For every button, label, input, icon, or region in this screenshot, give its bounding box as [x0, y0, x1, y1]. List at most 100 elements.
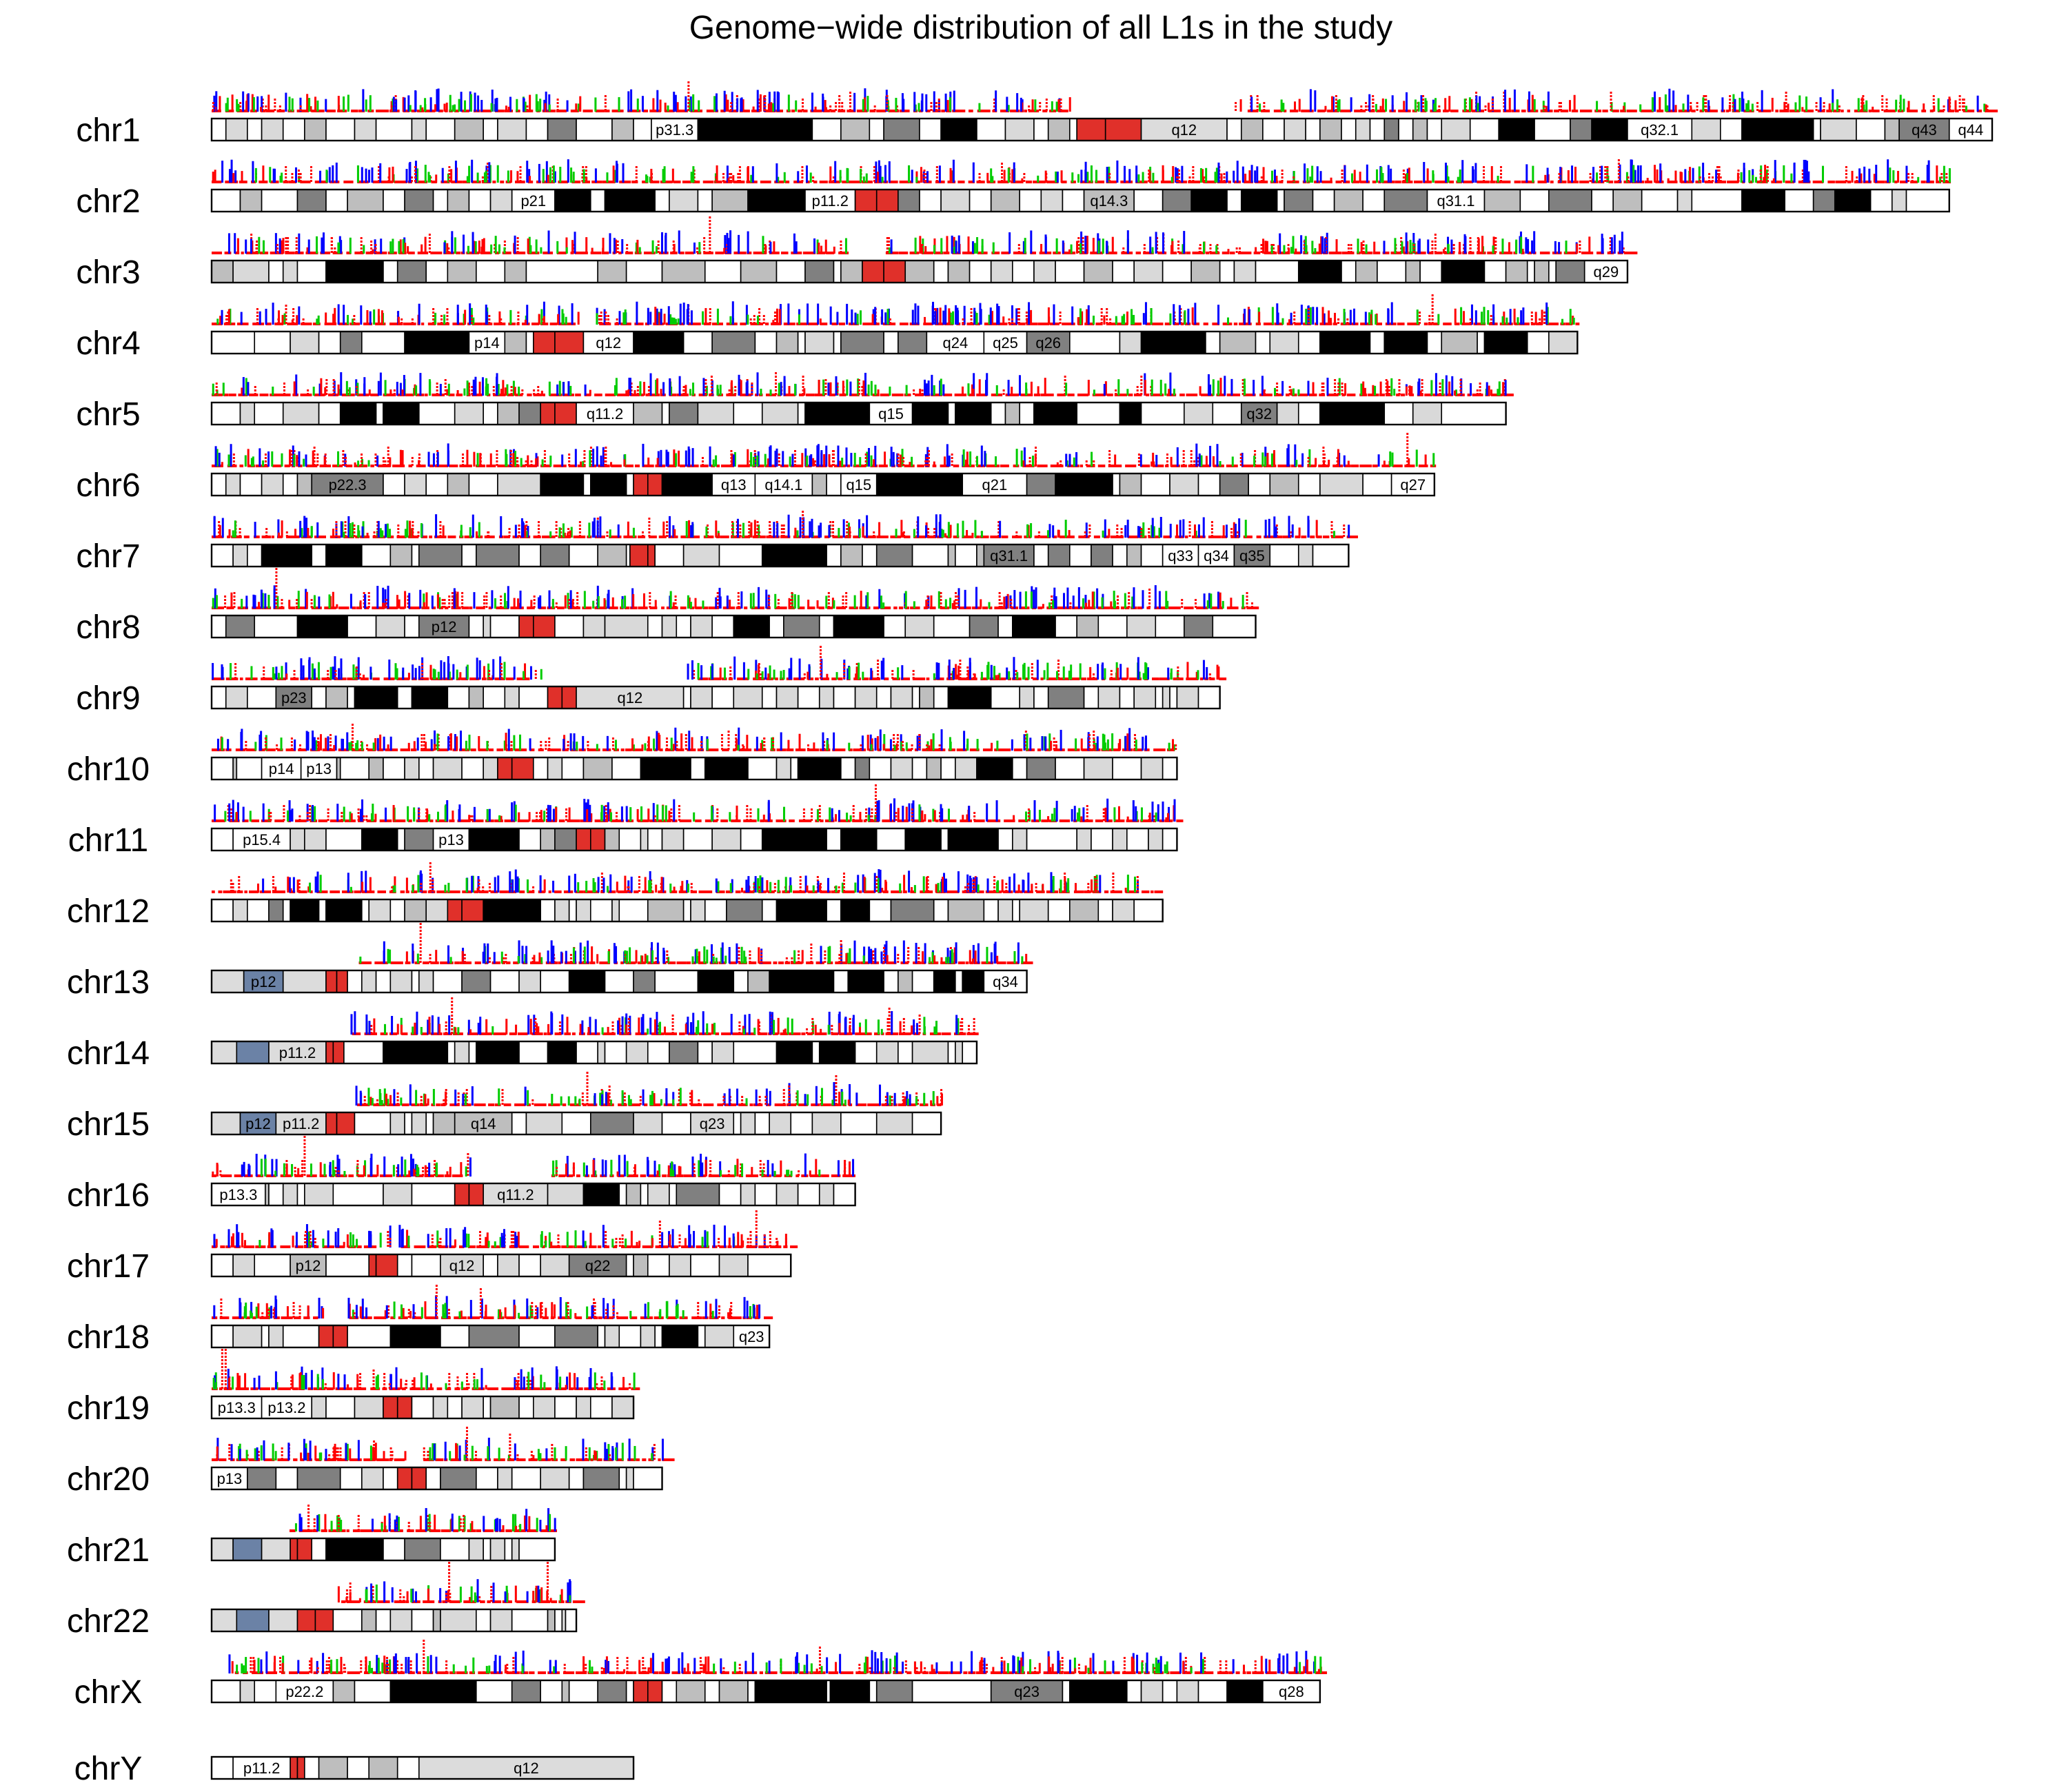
track-mark-blue: [1300, 235, 1303, 254]
track-mark-red: [1000, 170, 1003, 172]
track-mark-red: [1022, 460, 1025, 467]
track-mark-blue: [783, 376, 786, 396]
track-mark-red: [673, 529, 676, 538]
track-mark-red: [1239, 457, 1242, 459]
track-mark-blue: [443, 242, 446, 254]
track-baseline-mark: [1037, 323, 1050, 325]
track-baseline-mark: [605, 394, 616, 396]
track-mark-green: [549, 456, 552, 467]
track-mark-red: [709, 237, 711, 239]
track-mark-green: [1393, 389, 1396, 396]
band-acen: [540, 402, 556, 425]
track-mark-blue: [723, 90, 726, 112]
track-mark-green: [1086, 172, 1089, 183]
track-mark-red: [1084, 535, 1086, 537]
track-baseline-mark: [986, 465, 1000, 467]
track-baseline-mark: [459, 465, 472, 467]
track-mark-red: [648, 535, 651, 537]
track-mark-red: [516, 171, 519, 183]
track-mark-blue: [1319, 171, 1322, 183]
track-mark-red: [1308, 312, 1310, 314]
track-mark-red: [1023, 176, 1026, 179]
track-mark-red: [448, 173, 451, 175]
track-mark-red: [335, 528, 338, 530]
track-mark-red: [1337, 389, 1340, 391]
track-mark-red: [1856, 176, 1858, 179]
track-mark-red: [1120, 531, 1123, 533]
track-mark-blue: [213, 516, 216, 538]
track-mark-red: [330, 237, 333, 239]
track-mark-red: [1845, 173, 1847, 175]
track-mark-red: [1943, 105, 1945, 108]
track-mark-red: [332, 383, 335, 385]
band-gpos25: [1412, 402, 1443, 425]
track-mark-green: [1747, 100, 1750, 112]
track-mark-green: [1414, 99, 1417, 112]
track-mark-green: [874, 385, 877, 396]
track-mark-red: [316, 454, 319, 456]
track-mark-green: [1666, 105, 1669, 112]
track-mark-red: [310, 173, 312, 175]
band-gneg: [1019, 189, 1042, 212]
track-baseline-mark: [1594, 110, 1601, 112]
track-mark-blue: [973, 307, 976, 325]
track-mark-green: [365, 99, 367, 112]
track-mark-red: [970, 308, 973, 310]
track-mark-green: [1117, 379, 1120, 396]
track-mark-red: [1936, 165, 1938, 183]
track-mark-red: [1372, 105, 1375, 108]
track-mark-green: [859, 310, 862, 325]
track-mark-red: [1321, 389, 1324, 391]
track-mark-blue: [1007, 380, 1010, 396]
band-gneg: [461, 544, 477, 567]
track-mark-blue: [1312, 307, 1315, 325]
track-baseline-mark: [848, 181, 862, 183]
track-mark-red: [1287, 251, 1290, 253]
track-mark-blue: [566, 100, 569, 112]
track-mark-blue: [594, 168, 597, 183]
track-mark-red: [556, 105, 559, 108]
track-mark-red: [1192, 173, 1195, 175]
track-baseline-mark: [1179, 394, 1185, 396]
track-mark-blue: [523, 97, 525, 112]
track-mark-green: [856, 314, 859, 325]
track-mark-red: [1281, 176, 1284, 179]
track-mark-green: [618, 96, 620, 112]
track-mark-red: [672, 247, 675, 250]
track-mark-red: [1604, 176, 1607, 179]
track-mark-red: [832, 457, 835, 459]
track-mark-red: [516, 457, 519, 459]
track-mark-red: [1729, 95, 1732, 97]
track-mark-red: [656, 458, 659, 467]
track-mark-blue: [776, 522, 779, 538]
track-mark-red: [496, 454, 498, 456]
track-mark-red: [517, 318, 520, 320]
band-gneg: [1112, 544, 1128, 567]
track-mark-green: [244, 455, 247, 467]
track-mark-red: [265, 105, 267, 108]
band-gpos100: [1055, 473, 1113, 496]
track-mark-red: [1422, 102, 1425, 104]
track-mark-red: [509, 450, 512, 452]
track-mark-green: [458, 99, 460, 112]
track-mark-red: [923, 176, 926, 179]
band-gneg: [919, 189, 942, 212]
track-mark-red: [1604, 180, 1607, 182]
track-mark-red: [507, 106, 510, 112]
track-mark-red: [1035, 447, 1037, 449]
track-mark-red: [1008, 322, 1011, 324]
track-mark-red: [731, 535, 733, 537]
track-mark-red: [462, 457, 465, 459]
track-mark-red: [751, 386, 753, 388]
track-mark-blue: [867, 448, 870, 467]
band-gpos50: [447, 189, 470, 212]
track-mark-red: [1718, 170, 1721, 172]
track-mark-red: [496, 464, 498, 466]
track-mark-red: [337, 96, 340, 112]
track-mark-red: [353, 531, 356, 533]
track-mark-red: [1148, 535, 1150, 537]
track-baseline-mark: [611, 110, 624, 112]
chromosome-chr5: chr5 q11.2 q15 q32: [76, 372, 1514, 433]
track-mark-red: [1322, 450, 1325, 452]
track-mark-red: [517, 315, 520, 317]
